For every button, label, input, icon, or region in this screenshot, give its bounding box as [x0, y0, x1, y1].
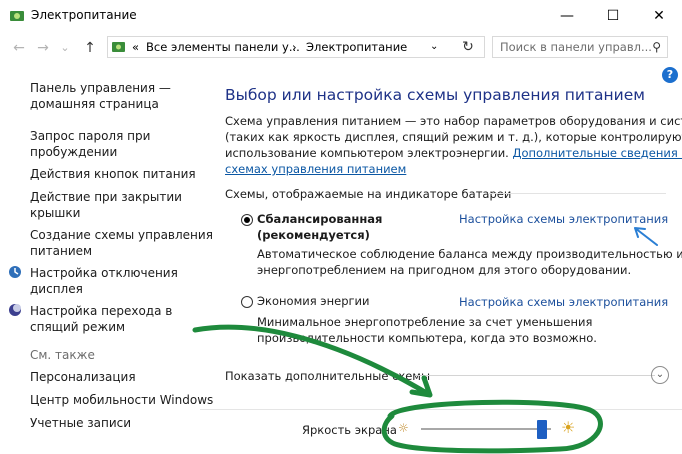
- more-plans-divider: [415, 375, 655, 376]
- sidebar-item-label: крышки: [30, 206, 81, 220]
- dim-sun-icon: ☼: [398, 421, 409, 435]
- sidebar-item-label: дисплея: [30, 282, 83, 296]
- sidebar-item-create-plan[interactable]: Создание схемы управления питанием: [30, 227, 213, 259]
- minimize-button[interactable]: —: [544, 0, 590, 32]
- sidebar-link-mobility-center[interactable]: Центр мобильности Windows: [30, 392, 213, 408]
- maximize-button[interactable]: ☐: [590, 0, 636, 32]
- balanced-plan-description: Автоматическое соблюдение баланса между …: [257, 246, 682, 278]
- plan-description-line: Автоматическое соблюдение баланса между …: [257, 247, 682, 261]
- plan-description-line: Минимальное энергопотребление за счет ум…: [257, 315, 593, 329]
- sleep-moon-icon: [9, 304, 21, 316]
- balanced-plan-name[interactable]: Сбалансированная (рекомендуется): [257, 211, 382, 243]
- balanced-plan-radio[interactable]: [241, 214, 253, 226]
- sidebar-item-label: Настройка отключения: [30, 266, 178, 280]
- sidebar-item-label: Создание схемы управления: [30, 228, 213, 242]
- power-saver-plan-description: Минимальное энергопотребление за счет ум…: [257, 314, 597, 346]
- section-label: Схемы, отображаемые на индикаторе батаре…: [225, 187, 512, 201]
- plan-name-line: Сбалансированная: [257, 212, 383, 226]
- display-timer-icon: [9, 266, 21, 278]
- balanced-plan-settings-link[interactable]: Настройка схемы электропитания: [459, 211, 668, 227]
- description-line: использование компьютером электроэнергии…: [225, 146, 513, 160]
- sidebar-home-link[interactable]: Панель управления — домашняя страница: [30, 80, 171, 112]
- description-line: (таких как яркость дисплея, спящий режим…: [225, 130, 682, 144]
- breadcrumb-separator: ›: [292, 40, 297, 54]
- sidebar-item-label: Настройка перехода в: [30, 304, 173, 318]
- power-saver-plan-settings-link[interactable]: Настройка схемы электропитания: [459, 294, 668, 310]
- bright-sun-icon: ☀: [561, 418, 576, 437]
- search-icon[interactable]: ⚲: [652, 40, 661, 54]
- expand-chevron-icon[interactable]: ⌄: [651, 366, 669, 384]
- up-button[interactable]: ↑: [80, 38, 100, 58]
- plan-name-line: (рекомендуется): [257, 228, 370, 242]
- address-dropdown-icon[interactable]: ⌄: [430, 41, 438, 52]
- sidebar-item-sleep[interactable]: Настройка перехода в спящий режим: [30, 303, 172, 335]
- page-description: Схема управления питанием — это набор па…: [225, 113, 682, 177]
- footer-divider: [200, 409, 682, 410]
- plan-description-line: производительности компьютера, когда это…: [257, 331, 597, 345]
- back-button[interactable]: ←: [9, 38, 29, 58]
- brightness-label: Яркость экрана: [302, 423, 397, 437]
- breadcrumb-power-options[interactable]: Электропитание: [306, 40, 407, 54]
- recent-locations-button[interactable]: ⌄: [55, 38, 75, 58]
- sidebar-item-lid[interactable]: Действие при закрытии крышки: [30, 189, 182, 221]
- power-saver-plan-name[interactable]: Экономия энергии: [257, 293, 369, 309]
- section-divider: [488, 193, 666, 194]
- address-bar[interactable]: « Все элементы панели у... › Электропита…: [107, 36, 485, 58]
- refresh-button[interactable]: ↻: [457, 38, 479, 56]
- sidebar-item-label: спящий режим: [30, 320, 126, 334]
- more-info-link-continued[interactable]: схемах управления питанием: [225, 162, 406, 176]
- sidebar-item-label: Действие при закрытии: [30, 190, 182, 204]
- power-saver-plan-radio[interactable]: [241, 296, 253, 308]
- power-options-icon: [10, 11, 24, 21]
- sidebar-item-power-buttons[interactable]: Действия кнопок питания: [30, 166, 196, 182]
- more-info-link[interactable]: Дополнительные сведения о: [512, 146, 682, 160]
- plan-description-line: энергопотреблением на пригодном для этог…: [257, 263, 632, 277]
- search-box[interactable]: Поиск в панели управл... ⚲: [492, 36, 668, 58]
- sidebar-item-label: Запрос пароля при: [30, 129, 151, 143]
- window-title: Электропитание: [31, 8, 137, 22]
- sidebar-link-user-accounts[interactable]: Учетные записи: [30, 415, 131, 431]
- show-more-plans-label[interactable]: Показать дополнительные схемы: [225, 368, 430, 384]
- sidebar-home-line2: домашняя страница: [30, 97, 159, 111]
- brightness-slider-thumb[interactable]: [536, 420, 547, 439]
- search-input[interactable]: Поиск в панели управл...: [500, 40, 652, 54]
- description-line: Схема управления питанием — это набор па…: [225, 114, 682, 128]
- sidebar-link-personalization[interactable]: Персонализация: [30, 369, 136, 385]
- breadcrumb-all-items[interactable]: Все элементы панели у...: [146, 40, 300, 54]
- radio-selected-dot: [244, 217, 250, 223]
- sidebar-home-line1: Панель управления —: [30, 81, 171, 95]
- brightness-slider-track[interactable]: [421, 428, 551, 430]
- close-button[interactable]: ✕: [636, 0, 682, 32]
- sidebar-item-label: Действия кнопок питания: [30, 167, 196, 181]
- page-title: Выбор или настройка схемы управления пит…: [225, 86, 645, 104]
- breadcrumb-overflow[interactable]: «: [132, 40, 139, 54]
- sidebar-item-label: питанием: [30, 244, 93, 258]
- blue-annotation-arrow: [634, 227, 658, 246]
- see-also-heading: См. также: [30, 348, 95, 362]
- sidebar-item-label: пробуждении: [30, 145, 118, 159]
- sidebar-item-password[interactable]: Запрос пароля при пробуждении: [30, 128, 150, 160]
- sidebar-item-display-off[interactable]: Настройка отключения дисплея: [30, 265, 178, 297]
- forward-button[interactable]: →: [33, 38, 53, 58]
- control-panel-icon: [112, 42, 125, 52]
- help-button[interactable]: ?: [662, 67, 678, 83]
